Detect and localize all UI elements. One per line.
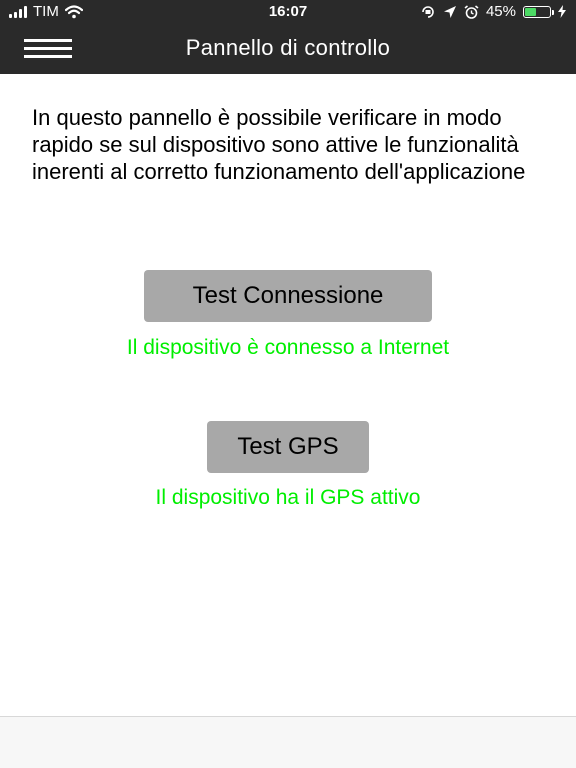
battery-icon [523, 5, 554, 18]
alarm-clock-icon [464, 4, 479, 19]
status-bar: TIM 16:07 45% [0, 0, 576, 24]
intro-description: In questo pannello è possibile verificar… [32, 105, 526, 184]
screen-rotation-lock-icon [422, 5, 434, 18]
battery-percent: 45% [485, 3, 516, 20]
top-bar: TIM 16:07 45% Pannello di controllo [0, 0, 576, 74]
nav-header: Pannello di controllo [0, 24, 576, 74]
test-gps-button[interactable]: Test GPS [207, 421, 369, 473]
bottom-toolbar [0, 716, 576, 768]
app-screen: TIM 16:07 45% Pannello di controllo In q… [0, 0, 576, 768]
charging-bolt-icon [558, 5, 566, 18]
battery-level-fill [525, 7, 536, 16]
location-arrow-icon [443, 5, 456, 18]
battery-cap [552, 9, 554, 15]
gps-result-text: Il dispositivo ha il GPS attivo [155, 486, 421, 509]
page-title: Pannello di controllo [185, 35, 391, 60]
status-right: 45% [420, 3, 566, 20]
connection-result-text: Il dispositivo è connesso a Internet [126, 336, 450, 359]
test-connection-button[interactable]: Test Connessione [144, 270, 432, 322]
